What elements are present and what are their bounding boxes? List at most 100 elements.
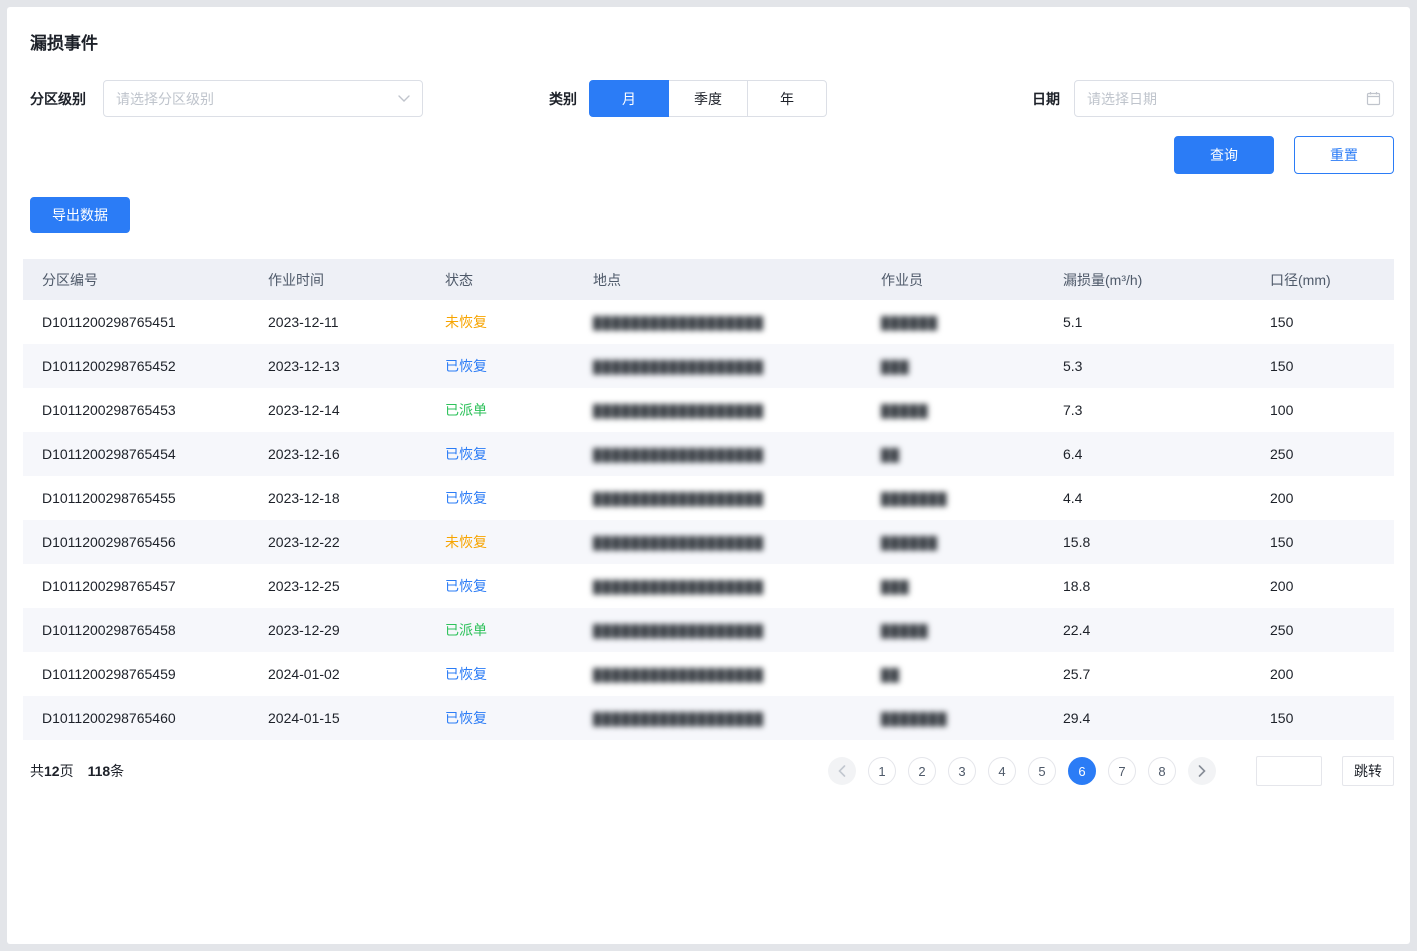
operator-cell: ██████ [881,536,938,550]
leak-volume-cell: 29.4 [1063,710,1090,726]
diameter-cell: 150 [1270,710,1293,726]
table-row: D10112002987654562023-12-22未恢复██████████… [23,520,1394,564]
diameter-cell: 200 [1270,666,1293,682]
work-time-cell: 2023-12-29 [268,622,340,638]
diameter-cell: 100 [1270,402,1293,418]
pagination-page-8[interactable]: 8 [1148,757,1176,785]
partition-id-cell: D1011200298765451 [42,314,176,330]
table-header-row: 分区编号作业时间状态地点作业员漏损量(m³/h)口径(mm) [23,259,1394,300]
work-time-cell: 2023-12-11 [268,314,339,330]
table-row: D10112002987654602024-01-15已恢复██████████… [23,696,1394,740]
work-time-cell: 2023-12-16 [268,446,340,462]
diameter-cell: 150 [1270,314,1293,330]
pagination-summary: 共12页 118条 [30,761,124,781]
page-jump-button[interactable]: 跳转 [1342,756,1394,786]
pagination-page-4[interactable]: 4 [988,757,1016,785]
leak-volume-cell: 7.3 [1063,402,1082,418]
table-body: D10112002987654512023-12-11未恢复██████████… [23,300,1394,740]
pagination-page-7[interactable]: 7 [1108,757,1136,785]
category-option-季度[interactable]: 季度 [668,80,748,117]
work-time-cell: 2023-12-13 [268,358,340,374]
total-items-text: 118条 [88,761,125,781]
column-header: 分区编号 [23,259,249,300]
date-filter: 日期 请选择日期 [1032,80,1394,117]
status-cell: 已派单 [445,402,487,418]
chevron-right-icon [1198,765,1206,777]
query-button[interactable]: 查询 [1174,136,1274,174]
location-cell: ██████████████████ [593,448,764,462]
partition-id-cell: D1011200298765459 [42,666,176,682]
location-cell: ██████████████████ [593,360,764,374]
partition-id-cell: D1011200298765458 [42,622,176,638]
pagination-prev-button[interactable] [828,757,856,785]
status-cell: 已恢复 [445,578,487,594]
pagination-next-button[interactable] [1188,757,1216,785]
location-cell: ██████████████████ [593,316,764,330]
status-cell: 已恢复 [445,666,487,682]
leak-events-table: 分区编号作业时间状态地点作业员漏损量(m³/h)口径(mm) D10112002… [23,259,1394,740]
leak-volume-cell: 22.4 [1063,622,1090,638]
table-row: D10112002987654592024-01-02已恢复██████████… [23,652,1394,696]
column-header: 状态 [426,259,574,300]
status-cell: 已恢复 [445,446,487,462]
location-cell: ██████████████████ [593,668,764,682]
category-option-年[interactable]: 年 [747,80,827,117]
operator-cell: ██ [881,448,900,462]
pagination-page-2[interactable]: 2 [908,757,936,785]
partition-id-cell: D1011200298765460 [42,710,176,726]
category-filter: 类别 月季度年 [549,80,827,117]
location-cell: ██████████████████ [593,580,764,594]
total-pages-text: 共12页 [30,761,74,781]
pagination-page-6[interactable]: 6 [1068,757,1096,785]
operator-cell: ███████ [881,712,948,726]
column-header: 作业员 [862,259,1044,300]
page-title: 漏损事件 [30,29,1394,54]
operator-cell: ██████ [881,316,938,330]
column-header: 漏损量(m³/h) [1044,259,1251,300]
diameter-cell: 200 [1270,490,1293,506]
diameter-cell: 150 [1270,534,1293,550]
table-row: D10112002987654552023-12-18已恢复██████████… [23,476,1394,520]
partition-level-select[interactable]: 请选择分区级别 [103,80,423,117]
page-jump-input[interactable] [1256,756,1322,786]
leak-volume-cell: 25.7 [1063,666,1090,682]
status-cell: 已派单 [445,622,487,638]
partition-id-cell: D1011200298765453 [42,402,176,418]
table-row: D10112002987654582023-12-29已派单██████████… [23,608,1394,652]
chevron-left-icon [838,765,846,777]
diameter-cell: 250 [1270,446,1293,462]
pagination-bar: 共12页 118条 12345678 跳转 [30,756,1394,786]
pagination-page-3[interactable]: 3 [948,757,976,785]
date-label: 日期 [1032,89,1060,109]
work-time-cell: 2023-12-14 [268,402,340,418]
leak-volume-cell: 5.3 [1063,358,1082,374]
pagination-page-1[interactable]: 1 [868,757,896,785]
diameter-cell: 150 [1270,358,1293,374]
category-segmented-control: 月季度年 [589,80,827,117]
partition-id-cell: D1011200298765452 [42,358,176,374]
operator-cell: █████ [881,404,929,418]
date-picker-input[interactable]: 请选择日期 [1074,80,1394,117]
partition-id-cell: D1011200298765457 [42,578,176,594]
partition-level-placeholder: 请选择分区级别 [116,89,398,109]
category-option-月[interactable]: 月 [589,80,669,117]
export-data-button[interactable]: 导出数据 [30,197,130,233]
location-cell: ██████████████████ [593,404,764,418]
category-label: 类别 [549,89,577,109]
partition-id-cell: D1011200298765455 [42,490,176,506]
leak-volume-cell: 5.1 [1063,314,1082,330]
work-time-cell: 2023-12-25 [268,578,340,594]
pagination-pages: 12345678 [868,757,1176,785]
pagination-page-5[interactable]: 5 [1028,757,1056,785]
location-cell: ██████████████████ [593,712,764,726]
status-cell: 已恢复 [445,490,487,506]
operator-cell: ██ [881,668,900,682]
partition-id-cell: D1011200298765454 [42,446,176,462]
work-time-cell: 2023-12-18 [268,490,340,506]
column-header: 口径(mm) [1251,259,1394,300]
column-header: 地点 [574,259,862,300]
reset-button[interactable]: 重置 [1294,136,1394,174]
leak-volume-cell: 4.4 [1063,490,1082,506]
operator-cell: ███ [881,360,910,374]
operator-cell: █████ [881,624,929,638]
